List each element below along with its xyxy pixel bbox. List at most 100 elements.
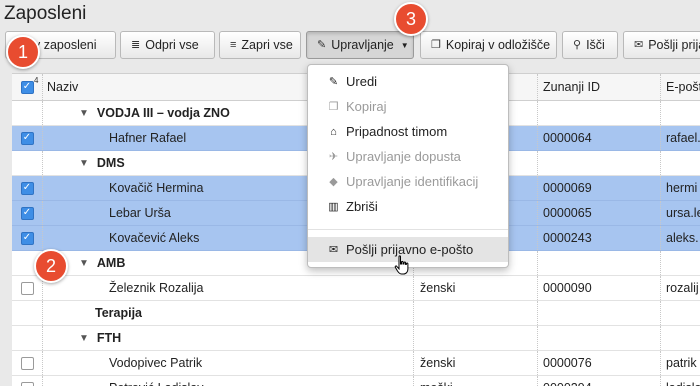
menu-item-edit[interactable]: ✎ Uredi	[308, 69, 508, 94]
external-id-cell: 0000294	[537, 376, 660, 386]
column-header-external-id[interactable]: Zunanji ID	[537, 74, 660, 100]
column-header-email[interactable]: E-pošt	[660, 74, 700, 100]
email-cell: patrik	[660, 351, 700, 375]
manage-label: Upravljanje	[331, 38, 394, 52]
expand-toggle-icon[interactable]: ▼	[79, 333, 89, 344]
group-name: AMB	[96, 256, 126, 270]
send-label: Pošlji prija	[648, 38, 700, 52]
group-row[interactable]: Terapija	[12, 301, 700, 326]
gender-cell: ženski	[413, 276, 537, 300]
add-employees-label: y zaposleni	[34, 38, 97, 52]
column-header-external-id-label: Zunanji ID	[543, 80, 600, 94]
external-id-cell	[537, 251, 660, 275]
external-id-cell	[537, 151, 660, 175]
row-checkbox-cell	[12, 276, 42, 300]
email-cell	[660, 151, 700, 175]
email-cell: hermi	[660, 176, 700, 200]
close-all-label: Zapri vse	[241, 38, 293, 52]
row-checkbox-cell	[12, 376, 42, 386]
table-row[interactable]: Petrović Ladislav moški0000294ladisla	[12, 376, 700, 386]
clipboard-icon: ❐	[431, 38, 441, 51]
select-all-checkbox[interactable]	[20, 80, 34, 94]
row-checkbox[interactable]	[20, 206, 34, 220]
plane-icon: ✈	[328, 151, 339, 163]
external-id-cell: 0000243	[537, 226, 660, 250]
employee-name: Železnik Rozalija	[109, 281, 204, 295]
email-cell: rafael.	[660, 126, 700, 150]
copy-icon: ❐	[328, 101, 339, 113]
gender-cell	[413, 301, 537, 325]
menu-item-leave-management[interactable]: ✈ Upravljanje dopusta	[308, 144, 508, 169]
envelope-icon: ✉	[634, 38, 644, 51]
row-checkbox-cell	[12, 226, 42, 250]
copy-to-clipboard-button[interactable]: ❐ Kopiraj v odložišče	[420, 31, 557, 59]
expand-toggle-icon[interactable]: ▼	[79, 258, 89, 269]
hand-cursor-icon	[394, 255, 409, 275]
external-id-cell: 0000064	[537, 126, 660, 150]
indent-icon: ≣	[131, 38, 141, 51]
name-cell: Vodopivec Patrik	[42, 351, 413, 375]
row-checkbox[interactable]	[20, 356, 34, 370]
manage-dropdown-button[interactable]: ✎ Upravljanje ▼	[306, 31, 414, 59]
external-id-cell	[537, 326, 660, 350]
group-row[interactable]: ▼ FTH	[12, 326, 700, 351]
group-name: DMS	[96, 156, 125, 170]
external-id-cell	[537, 301, 660, 325]
gender-cell: ženski	[413, 351, 537, 375]
email-cell: rozalij	[660, 276, 700, 300]
email-cell	[660, 326, 700, 350]
name-cell: ▼ FTH	[42, 326, 413, 350]
send-login-email-button[interactable]: ✉ Pošlji prija	[623, 31, 700, 59]
name-cell: Terapija	[42, 301, 413, 325]
menu-item-copy[interactable]: ❐ Kopiraj	[308, 94, 508, 119]
edit-icon: ✎	[317, 38, 327, 51]
page-title: Zaposleni	[4, 3, 87, 24]
step-badge-1: 1	[6, 35, 40, 69]
search-button[interactable]: ⚲ Išči	[562, 31, 618, 59]
row-checkbox-cell	[12, 126, 42, 150]
expand-toggle-icon[interactable]: ▼	[79, 108, 89, 119]
row-checkbox[interactable]	[20, 281, 34, 295]
row-checkbox-cell	[12, 176, 42, 200]
menu-item-delete[interactable]: ▥ Zbriši	[308, 194, 508, 219]
menu-item-edit-label: Uredi	[346, 74, 378, 89]
row-checkbox-cell	[12, 151, 42, 175]
menu-item-team-membership-label: Pripadnost timom	[346, 124, 448, 139]
select-all-cell: 4	[12, 74, 42, 100]
external-id-cell: 0000065	[537, 201, 660, 225]
menu-divider	[308, 229, 508, 230]
menu-item-delete-label: Zbriši	[346, 199, 378, 214]
group-name: VODJA III – vodja ZNO	[96, 106, 230, 120]
row-checkbox-cell	[12, 326, 42, 350]
toolbar: y zaposleni ≣ Odpri vse ≡ Zapri vse ✎ Up…	[0, 31, 700, 65]
menu-item-team-membership[interactable]: ⌂ Pripadnost timom	[308, 119, 508, 144]
menu-item-identification-management[interactable]: ◆ Upravljanje identifikacij	[308, 169, 508, 194]
open-all-button[interactable]: ≣ Odpri vse	[120, 31, 215, 59]
caret-down-icon: ▼	[400, 40, 409, 50]
employee-name: Kovačič Hermina	[109, 181, 204, 195]
menu-item-copy-label: Kopiraj	[346, 99, 387, 114]
employee-name: Kovačević Aleks	[109, 231, 200, 245]
table-row[interactable]: Vodopivec Patrik ženski 0000076 patrik	[12, 351, 700, 376]
table-row[interactable]: Železnik Rozalija ženski 0000090 rozalij	[12, 276, 700, 301]
name-cell: Železnik Rozalija	[42, 276, 413, 300]
row-checkbox[interactable]	[20, 231, 34, 245]
close-all-button[interactable]: ≡ Zapri vse	[219, 31, 301, 59]
email-cell: ursa.le	[660, 201, 700, 225]
group-name: FTH	[96, 331, 122, 345]
row-checkbox-cell	[12, 351, 42, 375]
tag-icon: ◆	[329, 176, 338, 188]
search-icon: ⚲	[573, 38, 582, 51]
gender-cell	[413, 326, 537, 350]
email-cell	[660, 301, 700, 325]
external-id-cell: 0000069	[537, 176, 660, 200]
expand-toggle-icon[interactable]: ▼	[79, 158, 89, 169]
row-checkbox[interactable]	[20, 181, 34, 195]
row-checkbox-cell	[12, 101, 42, 125]
column-header-name-label: Naziv	[47, 80, 79, 94]
row-checkbox[interactable]	[20, 131, 34, 145]
step-badge-2: 2	[34, 249, 68, 283]
open-all-label: Odpri vse	[145, 38, 199, 52]
employee-name: Vodopivec Patrik	[109, 356, 203, 370]
row-checkbox[interactable]	[20, 381, 34, 386]
